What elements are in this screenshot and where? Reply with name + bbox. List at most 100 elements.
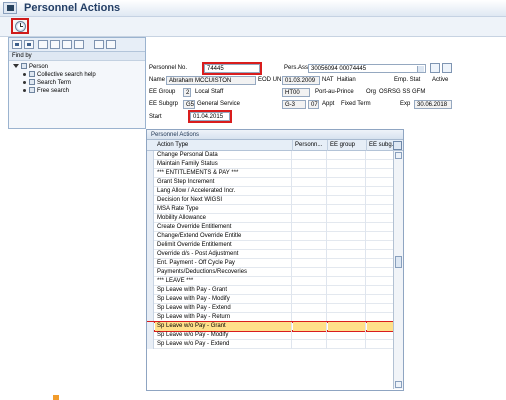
row-selector[interactable] xyxy=(147,178,154,187)
action-type-cell: Change Personal Data xyxy=(155,151,292,160)
collapse-icon[interactable] xyxy=(38,40,48,49)
list-icon[interactable] xyxy=(74,40,84,49)
column-header[interactable]: Personn... xyxy=(293,140,328,151)
row-selector[interactable] xyxy=(147,241,154,250)
row-selector[interactable] xyxy=(147,205,154,214)
row-selector[interactable] xyxy=(147,232,154,241)
nav-toolbar xyxy=(9,38,145,52)
table-row[interactable]: Sp Leave with Pay - Grant xyxy=(147,286,393,295)
org-value: OSRSG SS GFM xyxy=(379,89,426,95)
table-row[interactable]: Sp Leave with Pay - Extend xyxy=(147,304,393,313)
start-date-field[interactable]: 01.04.2015 xyxy=(188,110,232,123)
action-type-cell: Delimit Override Entitlement xyxy=(155,241,292,250)
table-row[interactable]: Sp Leave with Pay - Return xyxy=(147,313,393,322)
ee-group-code: 2 xyxy=(183,88,191,97)
person-icon xyxy=(21,63,27,70)
action-type-cell: Ent. Payment - Off Cycle Pay xyxy=(155,259,292,268)
row-selector[interactable] xyxy=(147,295,154,304)
chevron-down-icon[interactable] xyxy=(13,64,19,69)
tree-node-person[interactable]: Person xyxy=(13,63,143,71)
back-icon[interactable] xyxy=(12,40,22,49)
nat-value: Haitian xyxy=(337,77,356,83)
copy-icon[interactable] xyxy=(62,40,72,49)
tree-label: Collective search help xyxy=(37,72,96,78)
table-row[interactable]: Sp Leave w/o Pay - Modify xyxy=(147,331,393,340)
row-selector[interactable] xyxy=(147,331,154,340)
action-type-cell: Sp Leave w/o Pay - Extend xyxy=(155,340,292,349)
table-row[interactable]: Change/Extend Override Entitle xyxy=(147,232,393,241)
step-field: 07 xyxy=(308,100,319,109)
scroll-thumb[interactable] xyxy=(395,256,402,268)
row-selector[interactable] xyxy=(147,169,154,178)
column-header[interactable]: EE subg... xyxy=(367,140,393,151)
ee-group-city: Port-au-Prince xyxy=(315,89,354,95)
row-selector[interactable] xyxy=(147,250,154,259)
object-manager: Find by Person Collective search help Se… xyxy=(8,37,146,129)
action-rows: Change Personal Data Maintain Family Sta… xyxy=(147,151,393,389)
table-row[interactable]: Decision for Next WIGSI xyxy=(147,196,393,205)
scroll-up-icon[interactable] xyxy=(395,152,402,159)
scroll-down-icon[interactable] xyxy=(395,381,402,388)
table-row[interactable]: Delimit Override Entitlement xyxy=(147,241,393,250)
eod-field: 01.03.2009 xyxy=(282,76,320,85)
table-row[interactable]: Change Personal Data xyxy=(147,151,393,160)
row-selector[interactable] xyxy=(147,322,154,331)
row-selector[interactable] xyxy=(147,214,154,223)
execute-button[interactable] xyxy=(11,18,29,34)
personnel-no-field[interactable]: 74445 xyxy=(202,62,262,75)
row-selector[interactable] xyxy=(147,304,154,313)
menu-icon[interactable] xyxy=(3,2,17,14)
table-scrollbar[interactable] xyxy=(393,151,403,389)
table-row-selected[interactable]: Sp Leave w/o Pay - Grant xyxy=(147,321,393,332)
table-settings-icon[interactable] xyxy=(393,141,402,150)
tree-label: Search Term xyxy=(37,80,71,86)
tree-item-search-term[interactable]: Search Term xyxy=(13,79,143,87)
table-row[interactable]: Sp Leave with Pay - Modify xyxy=(147,295,393,304)
action-type-cell: Lang Allow / Accelerated Incr. xyxy=(155,187,292,196)
row-selector[interactable] xyxy=(147,151,154,160)
tree-item-collective-search-help[interactable]: Collective search help xyxy=(13,71,143,79)
assignment-overview-icon[interactable] xyxy=(430,63,440,73)
table-row[interactable]: MSA Rate Type xyxy=(147,205,393,214)
row-selector[interactable] xyxy=(147,187,154,196)
row-selector[interactable] xyxy=(147,160,154,169)
clock-icon xyxy=(15,21,26,32)
tree-item-free-search[interactable]: Free search xyxy=(13,87,143,95)
table-row[interactable]: *** LEAVE *** xyxy=(147,277,393,286)
pers-assign-dropdown[interactable]: 30056094 00074445 xyxy=(308,64,426,73)
action-type-cell: *** ENTITLEMENTS & PAY *** xyxy=(155,169,292,178)
table-row[interactable]: Override d/s - Post Adjustment xyxy=(147,250,393,259)
action-type-cell: Sp Leave with Pay - Return xyxy=(155,313,292,322)
column-header[interactable]: EE group xyxy=(328,140,367,151)
row-selector[interactable] xyxy=(147,313,154,322)
table-row[interactable]: Create Override Entitlement xyxy=(147,223,393,232)
select-layout-icon[interactable] xyxy=(106,40,116,49)
person-detail-icon[interactable] xyxy=(442,63,452,73)
row-selector[interactable] xyxy=(147,340,154,349)
column-header[interactable]: Action Type xyxy=(155,140,293,151)
table-row[interactable]: *** ENTITLEMENTS & PAY *** xyxy=(147,169,393,178)
row-selector[interactable] xyxy=(147,277,154,286)
name-label: Name xyxy=(149,77,166,83)
row-selector[interactable] xyxy=(147,268,154,277)
page-title: Personnel Actions xyxy=(24,2,121,14)
row-selector[interactable] xyxy=(147,259,154,268)
forward-icon[interactable] xyxy=(24,40,34,49)
table-row[interactable]: Payments/Deductions/Recoveries xyxy=(147,268,393,277)
row-selector[interactable] xyxy=(147,223,154,232)
table-row[interactable]: Maintain Family Status xyxy=(147,160,393,169)
expand-icon[interactable] xyxy=(50,40,60,49)
favorite-icon[interactable] xyxy=(94,40,104,49)
table-row[interactable]: Mobility Allowance xyxy=(147,214,393,223)
table-row[interactable]: Sp Leave w/o Pay - Extend xyxy=(147,340,393,349)
table-row[interactable]: Lang Allow / Accelerated Incr. xyxy=(147,187,393,196)
row-selector[interactable] xyxy=(147,286,154,295)
table-row[interactable]: Ent. Payment - Off Cycle Pay xyxy=(147,259,393,268)
action-type-cell: Override d/s - Post Adjustment xyxy=(155,250,292,259)
row-selector[interactable] xyxy=(147,196,154,205)
start-label: Start xyxy=(149,114,162,120)
ee-subgrp-text: General Service xyxy=(197,101,241,107)
action-type-cell: Payments/Deductions/Recoveries xyxy=(155,268,292,277)
table-row[interactable]: Grant Step Increment xyxy=(147,178,393,187)
personnel-header-form: Personnel No. 74445 Pers.Assign 30056094… xyxy=(146,37,462,129)
